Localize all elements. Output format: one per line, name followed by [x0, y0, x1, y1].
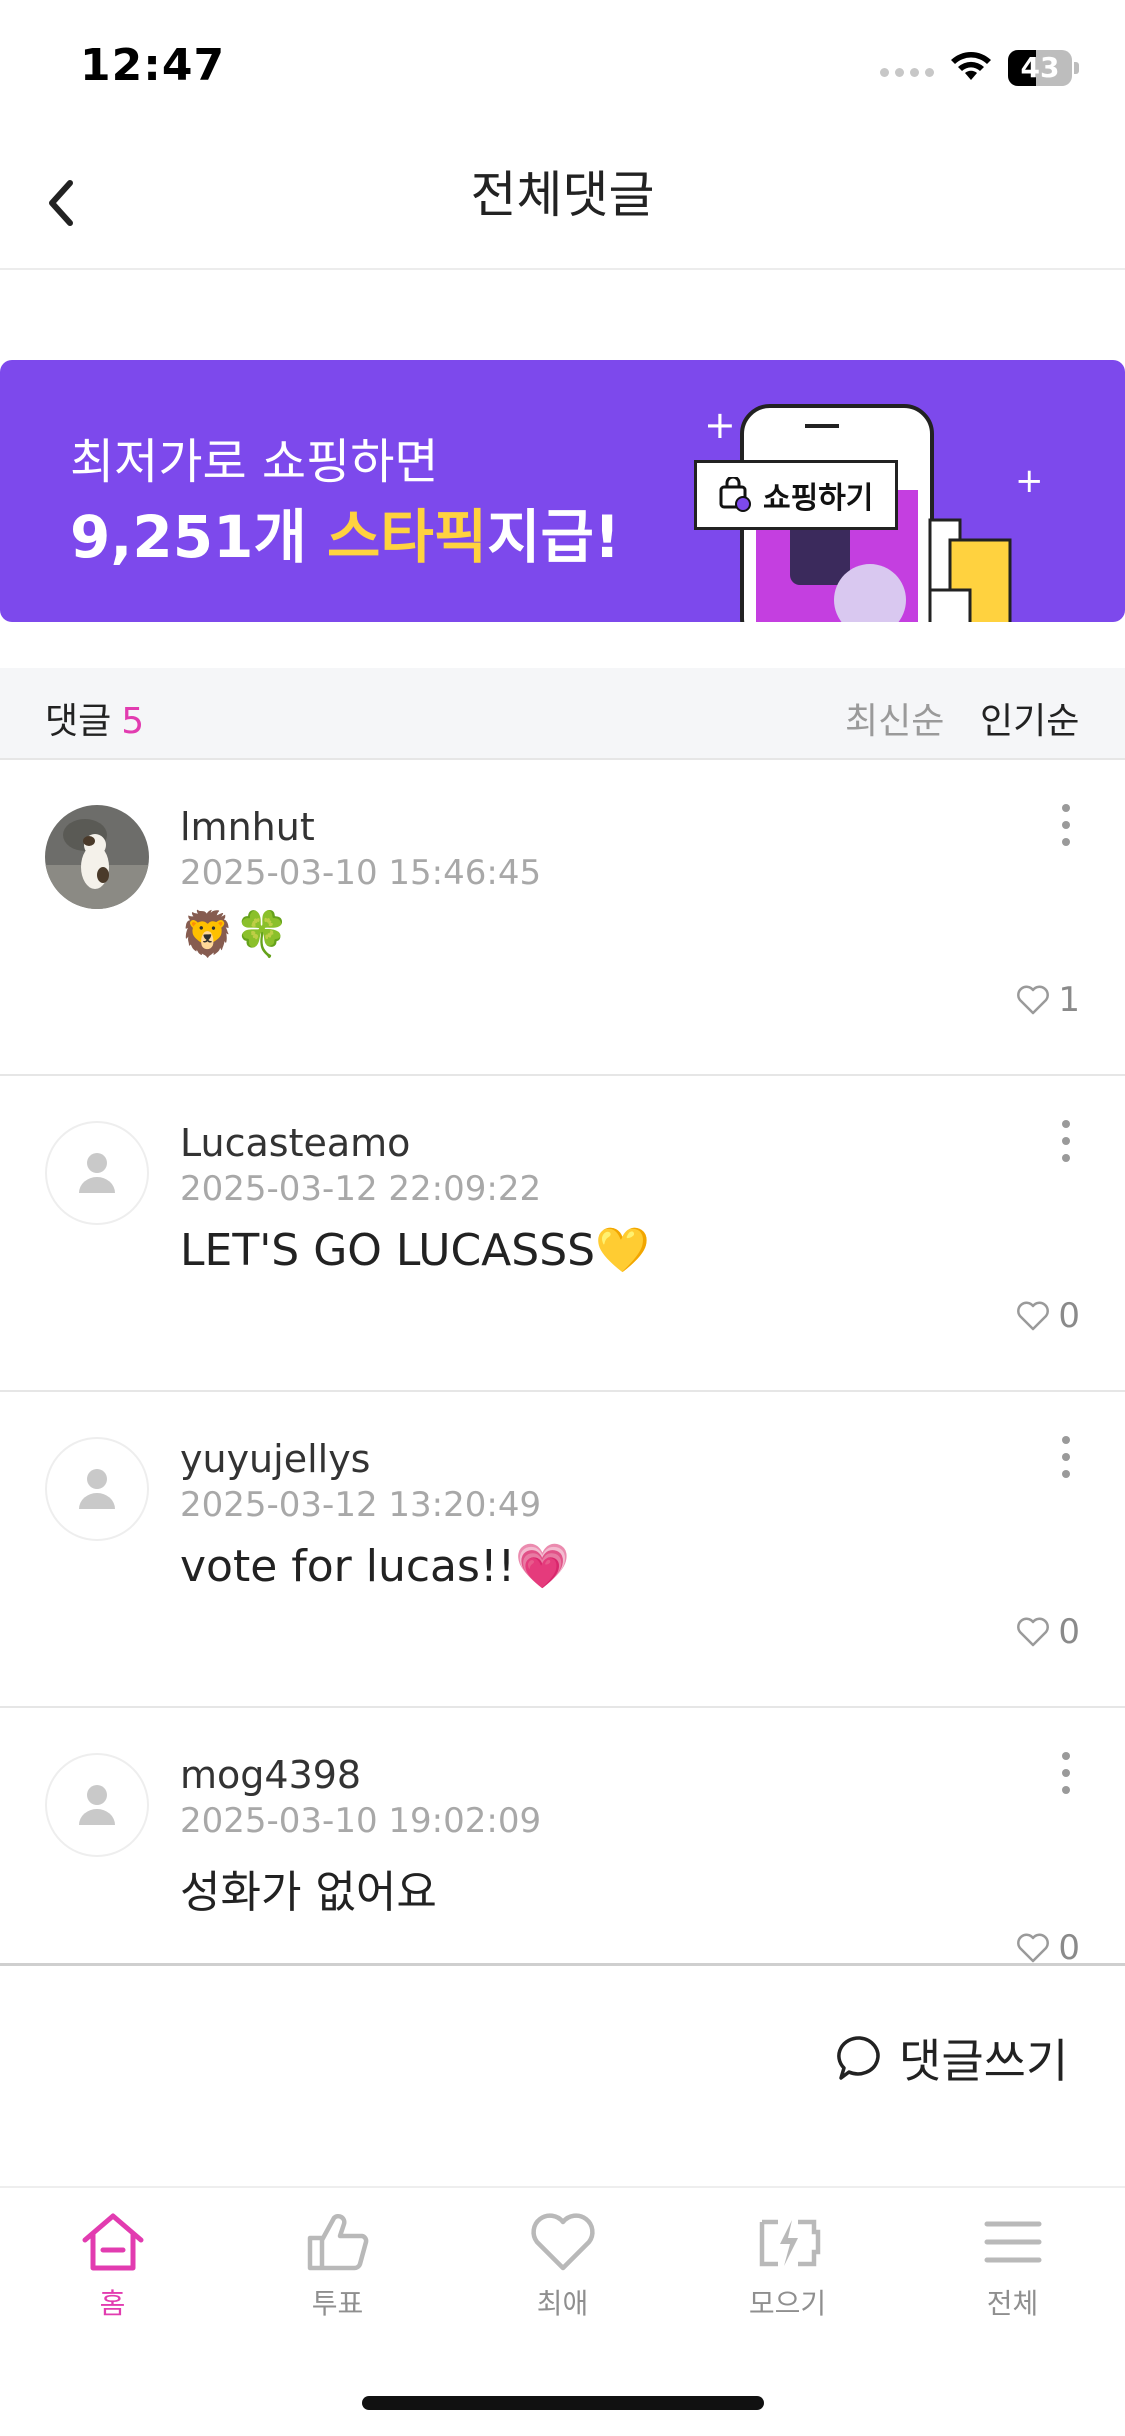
menu-icon: [984, 2221, 1041, 2263]
comment-item: yuyujellys 2025-03-12 13:20:49 vote for …: [0, 1392, 1125, 1708]
comment-timestamp: 2025-03-12 22:09:22: [180, 1169, 542, 1209]
comments-header: 댓글 5 최신순 인기순: [0, 668, 1125, 760]
status-bar: 12:47 43: [0, 0, 1125, 135]
sort-popular-button[interactable]: 인기순: [980, 692, 1079, 744]
tab-home[interactable]: 홈: [0, 2210, 225, 2330]
banner-line1: 최저가로 쇼핑하면: [70, 434, 439, 490]
battery-level: 43: [1020, 51, 1060, 84]
more-options-icon[interactable]: [1056, 800, 1076, 850]
shopping-banner[interactable]: 최저가로 쇼핑하면 9,251개 스타픽지급! + + 쇼핑하기: [0, 360, 1125, 622]
thumbs-up-icon: [307, 2214, 368, 2271]
sort-latest-button[interactable]: 최신순: [845, 692, 944, 744]
charge-icon: [759, 2219, 820, 2267]
tab-all[interactable]: 전체: [900, 2210, 1125, 2330]
comment-text: LET'S GO LUCASSS💛: [180, 1225, 650, 1276]
default-avatar-icon: [79, 1469, 115, 1509]
page-title: 전체댓글: [470, 166, 655, 224]
comment-text: 성화가 없어요: [180, 1867, 437, 1918]
comment-item: mog4398 2025-03-10 19:02:09 성화가 없어요 0: [0, 1708, 1125, 1966]
avatar[interactable]: [45, 1121, 149, 1225]
comment-item: Lucasteamo 2025-03-12 22:09:22 LET'S GO …: [0, 1076, 1125, 1392]
svg-text:+: +: [704, 403, 736, 447]
banner-highlight: 스타픽: [327, 503, 488, 571]
comment-text: 🦁🍀: [180, 909, 290, 960]
like-count: 0: [1058, 1296, 1080, 1336]
more-options-icon[interactable]: [1056, 1748, 1076, 1798]
tab-home-label: 홈: [99, 2287, 126, 2320]
comment-username[interactable]: mog4398: [180, 1753, 361, 1797]
more-options-icon[interactable]: [1056, 1116, 1076, 1166]
comment-text: vote for lucas!!💗: [180, 1541, 571, 1592]
comment-timestamp: 2025-03-10 15:46:45: [180, 853, 542, 893]
avatar[interactable]: [45, 1753, 149, 1857]
tab-favorite[interactable]: 최애: [450, 2210, 675, 2330]
comment-username[interactable]: Lucasteamo: [180, 1121, 410, 1165]
signal-icon: [880, 68, 934, 77]
default-avatar-icon: [79, 1785, 115, 1825]
svg-text:+: +: [1015, 461, 1044, 501]
like-button[interactable]: 0: [1016, 1612, 1080, 1652]
banner-count: 9,251개: [70, 503, 328, 571]
wifi-icon: [951, 52, 991, 80]
more-options-icon[interactable]: [1056, 1432, 1076, 1482]
comments-list[interactable]: lmnhut 2025-03-10 15:46:45 🦁🍀 1 Lucastea…: [0, 760, 1125, 1966]
banner-suffix: 지급!: [487, 503, 621, 571]
comment-timestamp: 2025-03-10 19:02:09: [180, 1801, 542, 1841]
heart-icon: [530, 2213, 595, 2271]
default-avatar-icon: [79, 1153, 115, 1193]
tab-vote[interactable]: 투표: [225, 2210, 450, 2330]
home-indicator: [362, 2396, 764, 2410]
write-comment-button[interactable]: 댓글쓰기: [835, 2025, 1068, 2091]
avatar[interactable]: [45, 805, 149, 909]
write-comment-label: 댓글쓰기: [899, 2034, 1069, 2088]
shop-now-label: 쇼핑하기: [763, 481, 874, 516]
tab-collect[interactable]: 모으기: [675, 2210, 900, 2330]
heart-outline-icon: [1017, 1933, 1050, 1963]
like-count: 0: [1058, 1612, 1080, 1652]
battery-icon: 43: [1008, 50, 1079, 86]
tab-collect-label: 모으기: [748, 2287, 827, 2320]
comment-username[interactable]: yuyujellys: [180, 1437, 370, 1481]
banner-line2: 9,251개 스타픽지급!: [70, 490, 620, 574]
like-count: 0: [1058, 1928, 1080, 1966]
heart-outline-icon: [1017, 1301, 1050, 1331]
like-button[interactable]: 0: [1016, 1928, 1080, 1966]
heart-outline-icon: [1017, 1617, 1050, 1647]
avatar[interactable]: [45, 1437, 149, 1541]
heart-outline-icon: [1017, 985, 1050, 1015]
comments-count: 5: [121, 701, 145, 742]
shop-now-button[interactable]: 쇼핑하기: [694, 460, 898, 530]
nav-bar: 전체댓글: [0, 135, 1125, 270]
like-button[interactable]: 1: [1016, 980, 1080, 1020]
shopping-bag-icon: [719, 477, 751, 512]
comment-timestamp: 2025-03-12 13:20:49: [180, 1485, 542, 1525]
like-count: 1: [1058, 980, 1080, 1020]
tab-vote-label: 투표: [311, 2287, 364, 2320]
comment-username[interactable]: lmnhut: [180, 805, 315, 849]
speech-bubble-icon: [837, 2036, 880, 2080]
tab-favorite-label: 최애: [536, 2287, 589, 2320]
home-icon: [82, 2213, 143, 2271]
tab-all-label: 전체: [986, 2287, 1039, 2320]
comments-title: 댓글 5: [45, 701, 145, 742]
comment-item: lmnhut 2025-03-10 15:46:45 🦁🍀 1: [0, 760, 1125, 1076]
like-button[interactable]: 0: [1016, 1296, 1080, 1336]
status-time: 12:47: [80, 40, 226, 91]
